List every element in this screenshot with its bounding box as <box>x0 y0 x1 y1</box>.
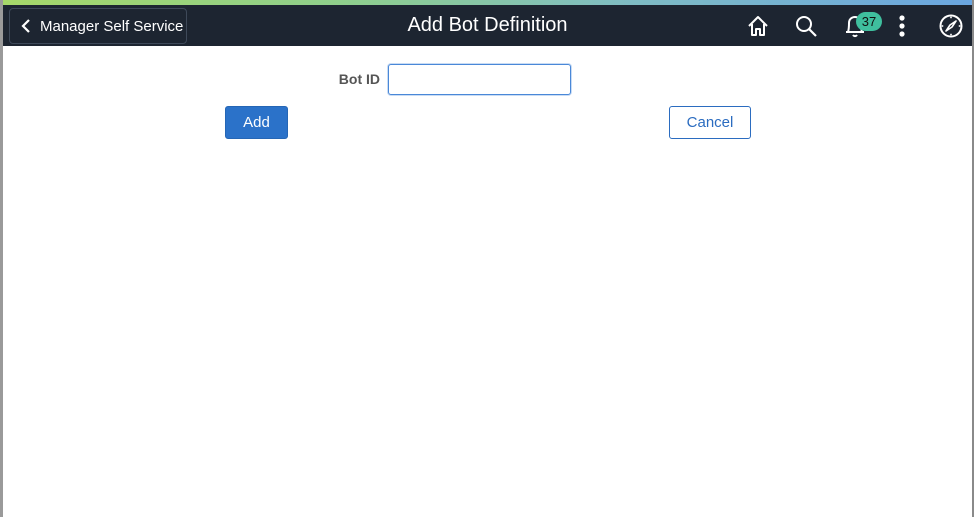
more-vertical-icon <box>899 15 905 37</box>
search-button[interactable] <box>792 12 820 40</box>
add-button[interactable]: Add <box>225 106 288 139</box>
search-icon <box>796 16 817 37</box>
bot-id-input[interactable] <box>388 64 571 95</box>
home-button[interactable] <box>744 12 772 40</box>
compass-icon <box>939 14 963 38</box>
chevron-left-icon <box>20 18 32 34</box>
actions-menu-button[interactable] <box>888 12 916 40</box>
bot-id-label: Bot ID <box>338 71 380 87</box>
cancel-button[interactable]: Cancel <box>669 106 751 139</box>
home-icon <box>748 16 768 36</box>
back-button[interactable]: Manager Self Service <box>9 8 187 44</box>
header-banner: Manager Self Service Add Bot Definition … <box>3 5 972 46</box>
navigator-button[interactable] <box>937 12 965 40</box>
notification-count-badge: 37 <box>856 12 882 31</box>
page-frame: Manager Self Service Add Bot Definition … <box>0 0 974 517</box>
back-button-label: Manager Self Service <box>40 17 184 35</box>
